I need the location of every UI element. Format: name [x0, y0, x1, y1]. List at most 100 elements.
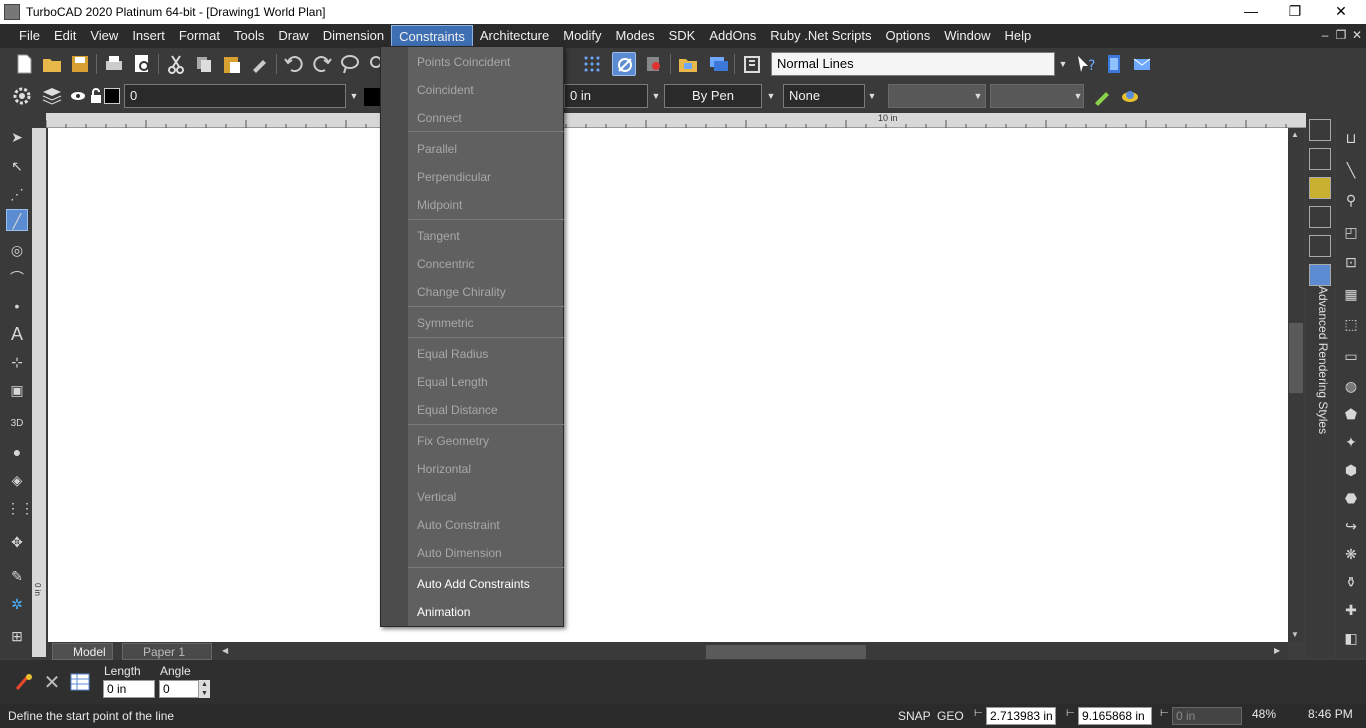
menu-modes[interactable]: Modes	[609, 25, 662, 47]
dimension-tool-icon[interactable]: ⊹	[6, 351, 28, 373]
point-tool-icon[interactable]: •	[6, 295, 28, 317]
right-tool-16-icon[interactable]: ⚱	[1340, 571, 1362, 593]
y-coordinate-field[interactable]: 9.165868 in	[1078, 707, 1152, 725]
line-tool-icon[interactable]: ╱	[6, 209, 28, 231]
menu-item-vertical[interactable]: Vertical	[417, 490, 456, 504]
snap-magnet-icon[interactable]	[612, 52, 636, 76]
rendering-styles-icon[interactable]	[1309, 264, 1331, 286]
menu-item-parallel[interactable]: Parallel	[417, 142, 457, 156]
menu-item-coincident[interactable]: Coincident	[417, 83, 474, 97]
menu-item-concentric[interactable]: Concentric	[417, 257, 474, 271]
palette-tab-4-icon[interactable]	[1309, 206, 1331, 228]
copy-icon[interactable]	[192, 52, 216, 76]
envelope-icon[interactable]	[1130, 52, 1154, 76]
scroll-left-icon[interactable]: ◀	[222, 646, 228, 655]
format-painter-icon[interactable]	[248, 52, 272, 76]
right-tool-11-icon[interactable]: ✦	[1340, 431, 1362, 453]
menu-item-change-chirality[interactable]: Change Chirality	[417, 285, 506, 299]
geo-toggle[interactable]: GEO	[937, 709, 964, 723]
menu-window[interactable]: Window	[937, 25, 997, 47]
menu-item-symmetric[interactable]: Symmetric	[417, 316, 474, 330]
menu-options[interactable]: Options	[878, 25, 937, 47]
menu-dimension[interactable]: Dimension	[316, 25, 391, 47]
angle-input[interactable]: 0	[159, 680, 199, 698]
length-input[interactable]: 0 in	[103, 680, 155, 698]
menu-modify[interactable]: Modify	[556, 25, 608, 47]
x-coordinate-field[interactable]: 2.713983 in	[986, 707, 1056, 725]
right-tool-4-icon[interactable]: ◰	[1340, 221, 1362, 243]
menu-item-points-coincident[interactable]: Points Coincident	[417, 55, 510, 69]
pen-color-swatch[interactable]	[364, 88, 380, 106]
vertical-scroll-thumb[interactable]	[1289, 323, 1303, 393]
menu-item-auto-add-constraints[interactable]: Auto Add Constraints	[417, 577, 530, 591]
palette-tab-1-icon[interactable]	[1309, 119, 1331, 141]
print-preview-icon[interactable]	[130, 52, 154, 76]
right-tool-18-icon[interactable]: ◧	[1340, 627, 1362, 649]
right-tool-1-icon[interactable]: ⊔	[1340, 127, 1362, 149]
menu-item-fix-geometry[interactable]: Fix Geometry	[417, 434, 489, 448]
menu-edit[interactable]: Edit	[47, 25, 83, 47]
line-style-dropdown-icon[interactable]: ▼	[1055, 52, 1071, 76]
menu-view[interactable]: View	[83, 25, 125, 47]
lasso-icon[interactable]	[338, 52, 362, 76]
palette-title[interactable]: Advanced Rendering Styles	[1310, 286, 1330, 436]
grid-dots-icon[interactable]	[580, 52, 604, 76]
right-tool-12-icon[interactable]: ⬢	[1340, 459, 1362, 481]
close-button[interactable]: ✕	[1318, 0, 1364, 24]
pattern-dropdown-icon[interactable]: ▼	[970, 84, 986, 108]
right-tool-9-icon[interactable]: ◍	[1340, 375, 1362, 397]
redo-icon[interactable]	[310, 52, 334, 76]
solid-tool-icon[interactable]: ◈	[6, 469, 28, 491]
layer-color-swatch[interactable]	[104, 88, 120, 104]
undo-icon[interactable]	[282, 52, 306, 76]
menu-item-equal-distance[interactable]: Equal Distance	[417, 403, 498, 417]
snap-toggle[interactable]: SNAP	[898, 709, 931, 723]
line-width-dropdown-icon[interactable]: ▼	[648, 84, 664, 108]
menu-item-animation[interactable]: Animation	[417, 605, 470, 619]
cancel-x-icon[interactable]: ✕	[40, 670, 64, 694]
material-icon[interactable]	[1118, 84, 1142, 108]
right-tool-5-icon[interactable]: ⊡	[1340, 251, 1362, 273]
line-width-combo[interactable]: 0 in	[564, 84, 648, 108]
arc-tool-icon[interactable]: ⌒	[6, 267, 28, 289]
gear-icon[interactable]	[10, 84, 34, 108]
menu-file[interactable]: File	[12, 25, 47, 47]
horizontal-scroll-thumb[interactable]	[706, 645, 866, 659]
paste-icon[interactable]	[220, 52, 244, 76]
angle-spinner[interactable]: ▲ ▼	[199, 680, 210, 698]
pen-combo[interactable]: By Pen	[664, 84, 762, 108]
new-file-icon[interactable]	[12, 52, 36, 76]
3d-tool-icon[interactable]: 3D	[6, 413, 28, 435]
circle-tool-icon[interactable]: ◎	[6, 239, 28, 261]
menu-item-equal-length[interactable]: Equal Length	[417, 375, 488, 389]
menu-item-auto-constraint[interactable]: Auto Constraint	[417, 518, 500, 532]
right-tool-17-icon[interactable]: ✚	[1340, 599, 1362, 621]
properties-icon[interactable]	[740, 52, 764, 76]
text-tool-icon[interactable]: A	[6, 323, 28, 345]
right-tool-10-icon[interactable]: ⬟	[1340, 403, 1362, 425]
menu-item-perpendicular[interactable]: Perpendicular	[417, 170, 491, 184]
right-tool-2-icon[interactable]: ╲	[1340, 159, 1362, 181]
layer-manager-icon[interactable]	[40, 84, 64, 108]
menu-ruby-net-scripts[interactable]: Ruby .Net Scripts	[763, 25, 878, 47]
right-tool-15-icon[interactable]: ❋	[1340, 543, 1362, 565]
menu-insert[interactable]: Insert	[125, 25, 172, 47]
mdi-close-button[interactable]: ✕	[1348, 24, 1366, 46]
scroll-up-icon[interactable]: ▲	[1291, 130, 1299, 139]
menu-item-midpoint[interactable]: Midpoint	[417, 198, 462, 212]
pen-dropdown-icon[interactable]: ▼	[763, 84, 779, 108]
palette-tab-5-icon[interactable]	[1309, 235, 1331, 257]
z-coordinate-field[interactable]: 0 in	[1172, 707, 1242, 725]
right-tool-14-icon[interactable]: ↪	[1340, 515, 1362, 537]
point-line-icon[interactable]: ⋰	[6, 183, 28, 205]
settings-tool-icon[interactable]: ✲	[6, 593, 28, 615]
palette-tab-3-icon[interactable]	[1309, 177, 1331, 199]
sphere-tool-icon[interactable]: ●	[6, 441, 28, 463]
vertical-scrollbar[interactable]: ▲ ▼	[1288, 128, 1304, 642]
menu-draw[interactable]: Draw	[271, 25, 315, 47]
hatch-tool-icon[interactable]: ▣	[6, 379, 28, 401]
menu-item-horizontal[interactable]: Horizontal	[417, 462, 471, 476]
horizontal-scrollbar[interactable]: ◀ ▶	[218, 644, 1288, 660]
menu-constraints[interactable]: Constraints	[391, 25, 473, 47]
help-cursor-icon[interactable]: ?	[1074, 52, 1098, 76]
